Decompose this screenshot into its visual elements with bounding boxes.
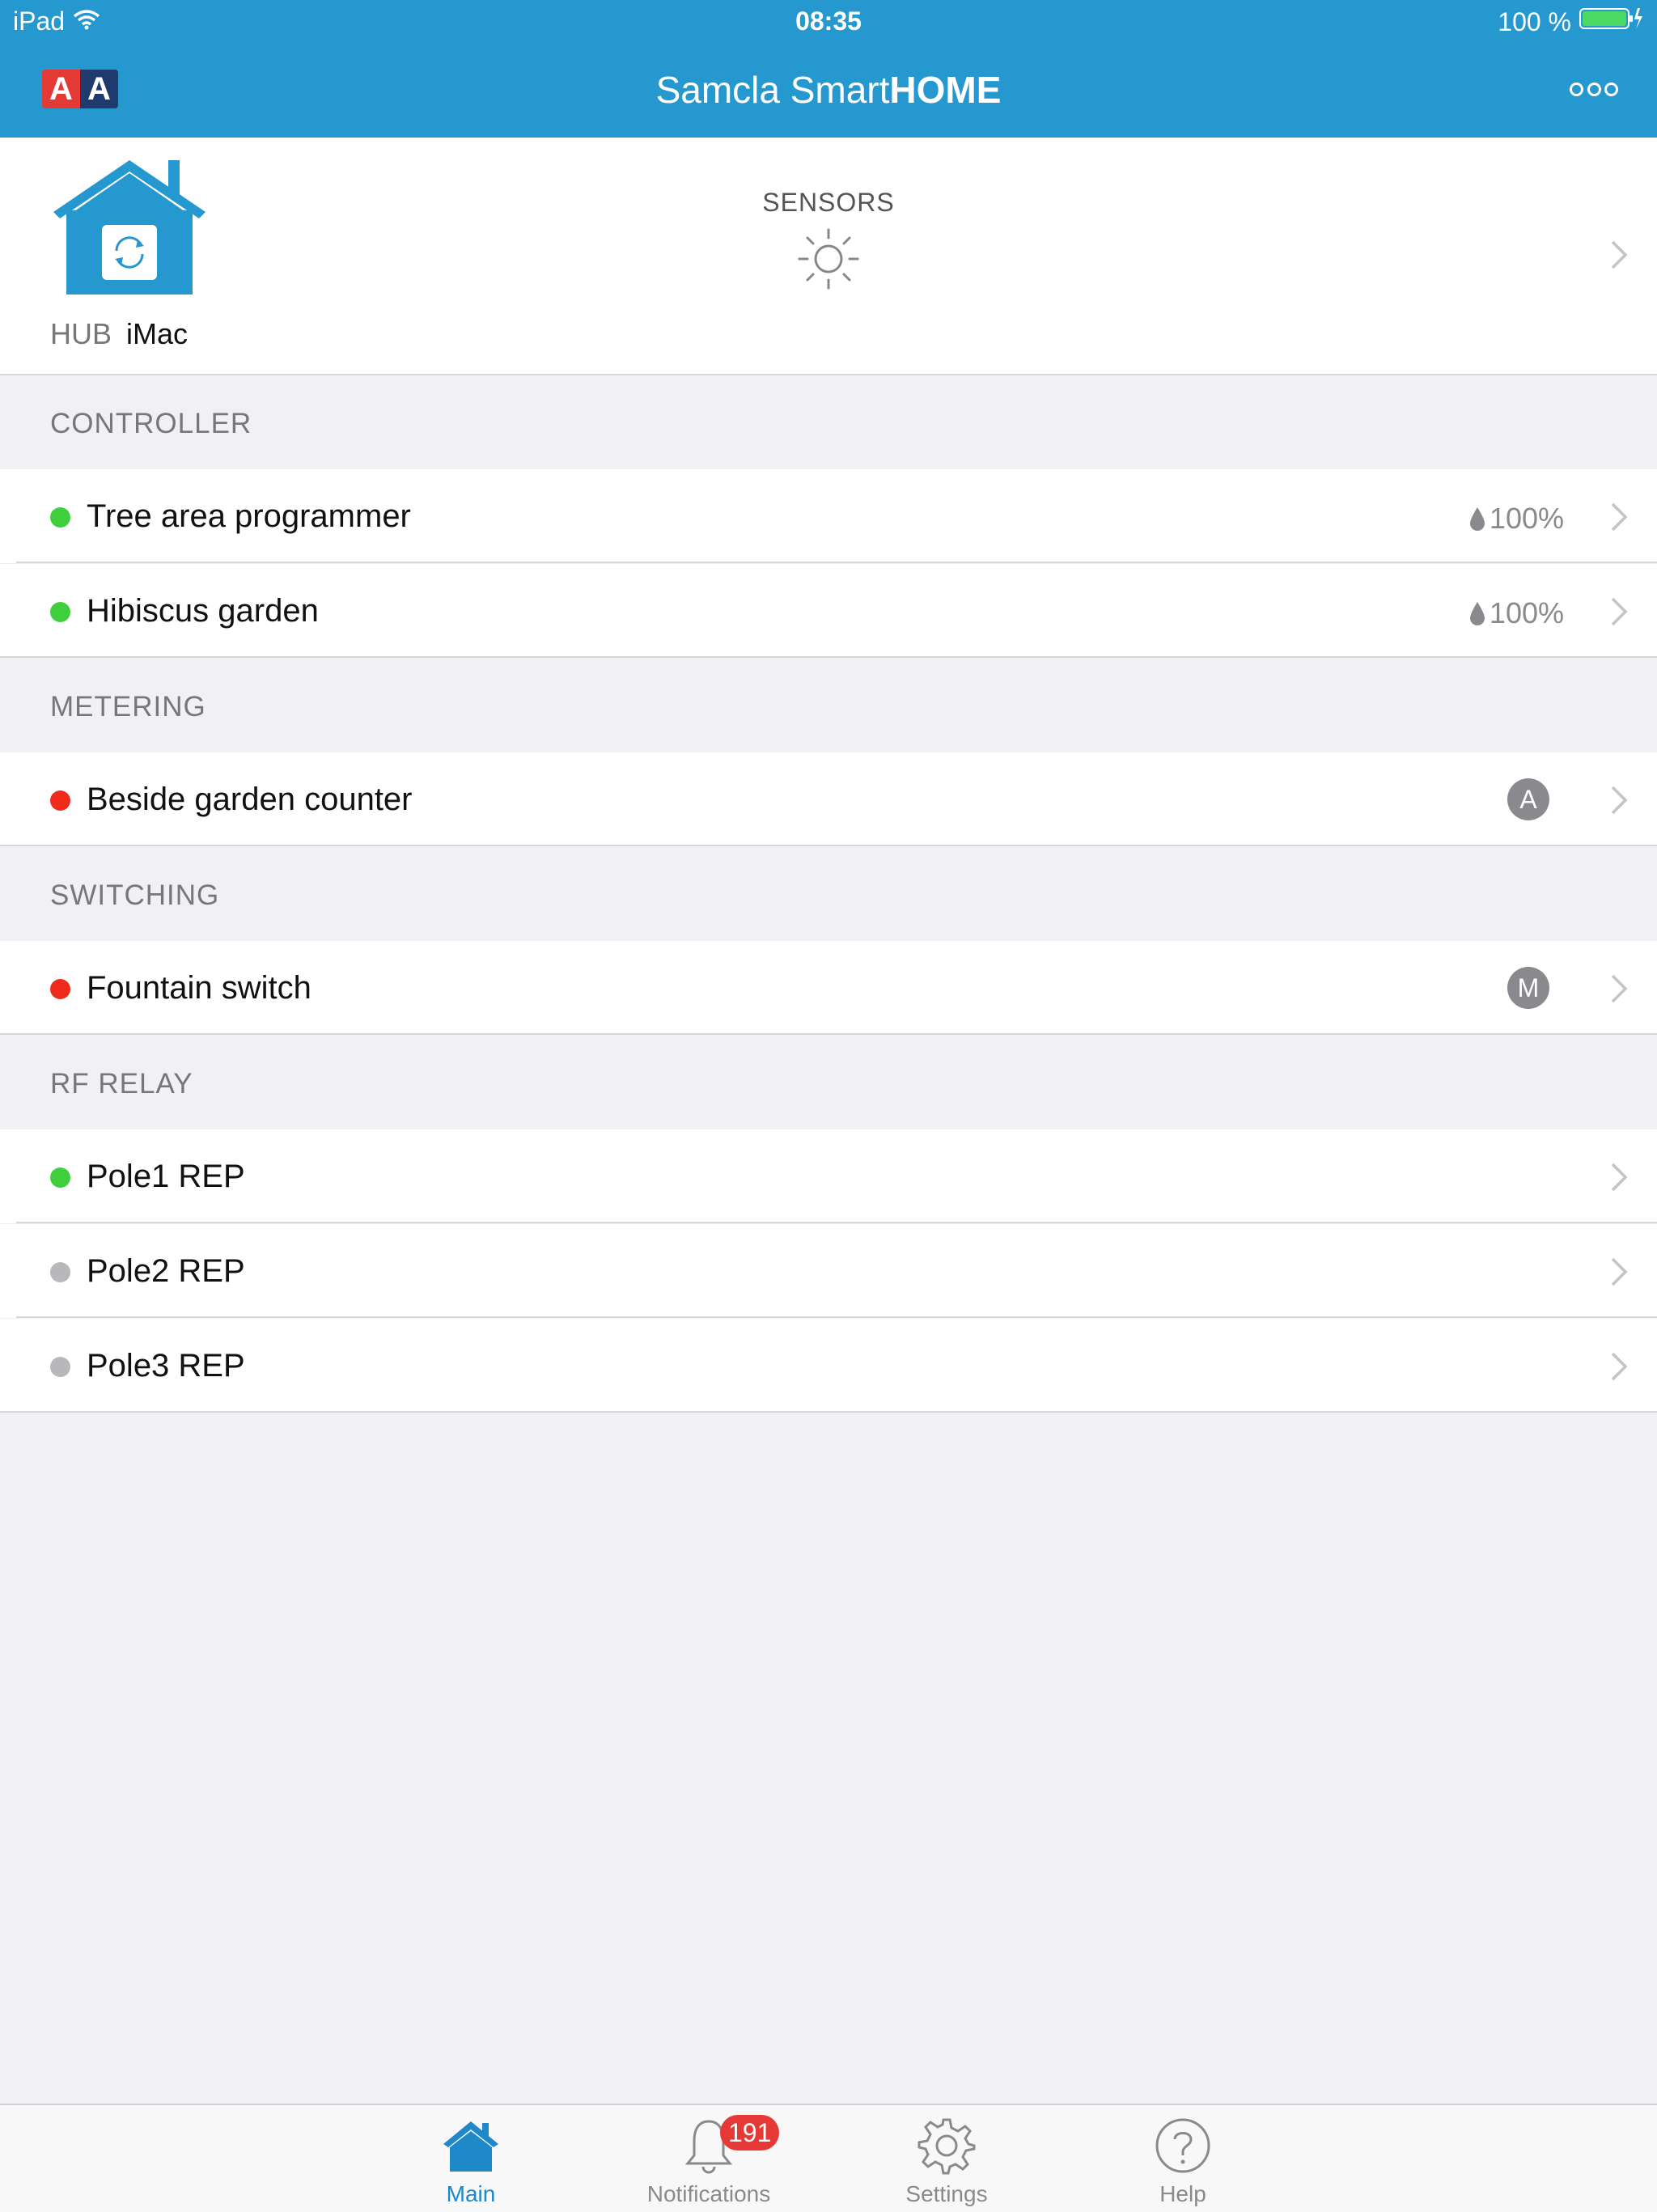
hub-label: HUB iMac bbox=[50, 317, 188, 351]
water-level: 100% bbox=[1468, 502, 1564, 536]
status-dot bbox=[50, 507, 70, 528]
notification-count-badge: 191 bbox=[720, 2115, 780, 2151]
chevron-right-icon bbox=[1610, 502, 1628, 532]
help-icon bbox=[1152, 2115, 1214, 2176]
mode-badge: A bbox=[1507, 778, 1549, 820]
section-title: SWITCHING bbox=[50, 879, 220, 911]
chevron-right-icon bbox=[1610, 239, 1628, 270]
tab-settings-label: Settings bbox=[905, 2181, 988, 2206]
status-dot bbox=[50, 790, 70, 811]
row-divider bbox=[16, 561, 1657, 563]
chevron-right-icon bbox=[1610, 973, 1628, 1004]
sensors-label: SENSORS bbox=[762, 188, 895, 217]
tab-notifications[interactable]: Notifications 191 bbox=[636, 2115, 782, 2207]
ellipsis-icon bbox=[1570, 82, 1583, 96]
list-item-label: Fountain switch bbox=[87, 970, 311, 1006]
home-icon bbox=[440, 2115, 502, 2176]
battery-icon bbox=[1579, 6, 1644, 37]
clock: 08:35 bbox=[795, 6, 862, 36]
status-dot bbox=[50, 602, 70, 622]
nav-bar: A A Samcla SmartHOME bbox=[0, 42, 1657, 138]
chevron-right-icon bbox=[1610, 1162, 1628, 1193]
row-divider bbox=[0, 1033, 1657, 1035]
mode-badge: M bbox=[1507, 967, 1549, 1009]
row-divider bbox=[16, 1222, 1657, 1223]
list-item[interactable]: Pole1 REP bbox=[0, 1129, 1657, 1223]
list-item-label: Pole3 REP bbox=[87, 1348, 245, 1384]
list-item[interactable]: Pole2 REP bbox=[0, 1224, 1657, 1318]
battery-area: 100 % bbox=[1498, 6, 1644, 37]
house-hub-icon bbox=[49, 155, 210, 295]
chevron-right-icon bbox=[1610, 1256, 1628, 1287]
status-dot bbox=[50, 1357, 70, 1377]
tab-help-label: Help bbox=[1159, 2181, 1206, 2206]
tab-notifications-label: Notifications bbox=[646, 2181, 771, 2206]
list-item[interactable]: Pole3 REP bbox=[0, 1319, 1657, 1413]
row-divider bbox=[0, 1411, 1657, 1413]
hub-name: iMac bbox=[126, 317, 189, 350]
list-item-label: Pole1 REP bbox=[87, 1159, 245, 1194]
gear-icon bbox=[916, 2115, 977, 2176]
list-item[interactable]: Hibiscus garden 100% bbox=[0, 564, 1657, 658]
title-regular: Samcla Smart bbox=[655, 69, 890, 111]
water-drop-icon bbox=[1469, 602, 1485, 625]
sun-icon bbox=[796, 227, 861, 291]
chevron-right-icon bbox=[1610, 596, 1628, 627]
row-divider bbox=[16, 1316, 1657, 1318]
battery-percent: 100 % bbox=[1498, 6, 1571, 36]
section-header: SWITCHING bbox=[0, 847, 1657, 941]
section-header: METERING bbox=[0, 659, 1657, 752]
section-title: RF RELAY bbox=[50, 1068, 193, 1100]
title-bold: HOME bbox=[889, 69, 1002, 111]
status-dot bbox=[50, 1262, 70, 1282]
section-title: CONTROLLER bbox=[50, 408, 252, 439]
chevron-right-icon bbox=[1610, 785, 1628, 816]
row-divider bbox=[0, 656, 1657, 658]
list-item[interactable]: Beside garden counter A bbox=[0, 752, 1657, 846]
hub-row[interactable]: HUB iMac SENSORS bbox=[0, 138, 1657, 375]
more-options-button[interactable] bbox=[1570, 74, 1618, 104]
status-dot bbox=[50, 1167, 70, 1188]
tab-settings[interactable]: Settings bbox=[874, 2115, 1019, 2207]
tab-main-label: Main bbox=[446, 2181, 496, 2206]
chevron-right-icon bbox=[1610, 1351, 1628, 1382]
list-item-label: Hibiscus garden bbox=[87, 593, 319, 629]
list-item-label: Tree area programmer bbox=[87, 498, 411, 534]
list-item-label: Beside garden counter bbox=[87, 782, 413, 817]
status-bar: iPad 08:35 100 % bbox=[0, 0, 1657, 42]
list-item-label: Pole2 REP bbox=[87, 1253, 245, 1289]
list-item[interactable]: Fountain switch M bbox=[0, 941, 1657, 1035]
status-dot bbox=[50, 979, 70, 999]
water-level-value: 100% bbox=[1489, 502, 1564, 535]
water-drop-icon bbox=[1469, 507, 1485, 531]
hub-key: HUB bbox=[50, 317, 112, 350]
tab-bar: Main Notifications 191 Settings Help bbox=[0, 2104, 1657, 2212]
section-header: CONTROLLER bbox=[0, 375, 1657, 469]
row-divider bbox=[0, 845, 1657, 846]
water-level-value: 100% bbox=[1489, 596, 1564, 629]
section-title: METERING bbox=[50, 691, 206, 723]
tab-main[interactable]: Main bbox=[398, 2115, 544, 2207]
section-header: RF RELAY bbox=[0, 1036, 1657, 1129]
page-title: Samcla SmartHOME bbox=[0, 68, 1657, 112]
tab-help[interactable]: Help bbox=[1110, 2115, 1256, 2207]
list-item[interactable]: Tree area programmer 100% bbox=[0, 469, 1657, 563]
water-level: 100% bbox=[1468, 596, 1564, 630]
